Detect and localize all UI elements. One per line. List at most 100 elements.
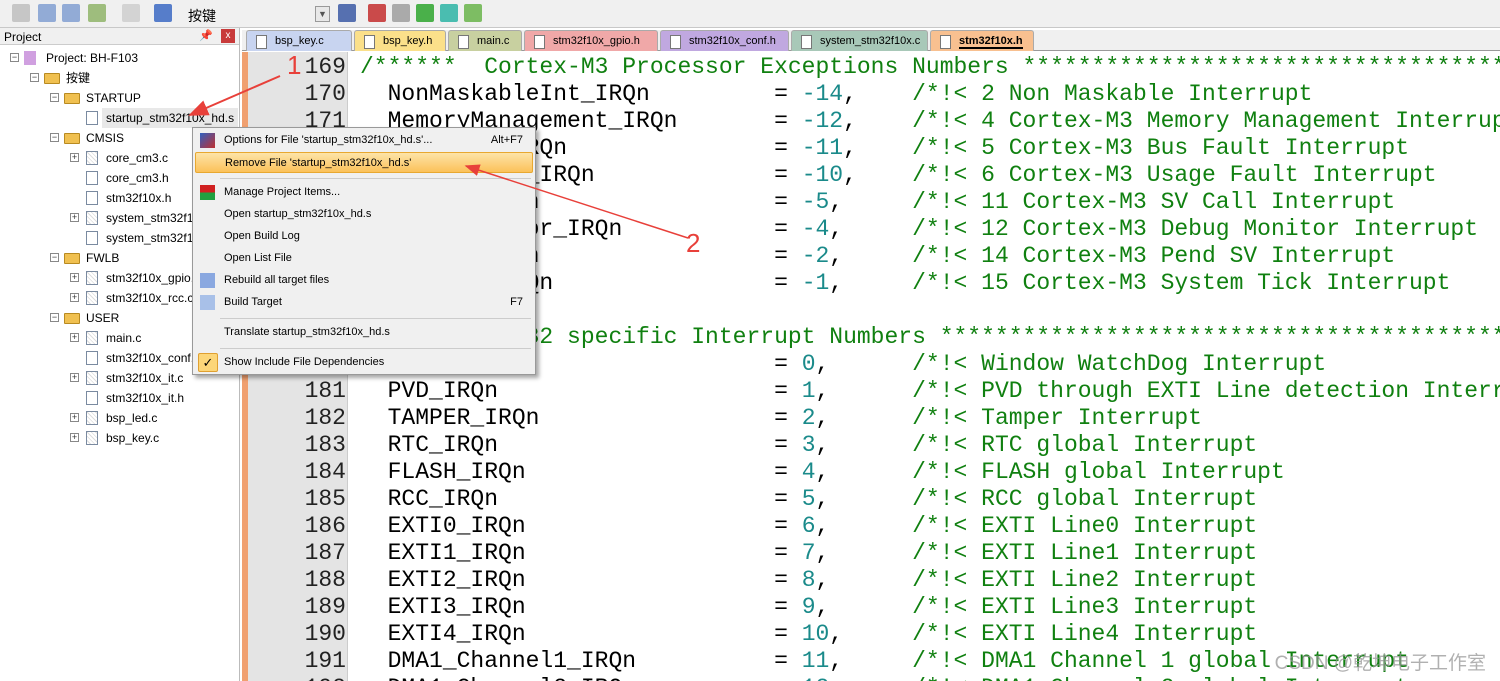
file-icon bbox=[86, 271, 98, 285]
expand-icon[interactable]: + bbox=[70, 413, 79, 422]
tree-item[interactable]: − STARTUP bbox=[0, 88, 238, 108]
pin-icon[interactable]: 📌 bbox=[199, 29, 213, 42]
code-line: DMA1_Channel1_IRQn = 11, /*!< DMA1 Chann… bbox=[360, 648, 1409, 675]
comment: /*!< 14 Cortex-M3 Pend SV Interrupt bbox=[912, 243, 1396, 269]
comment: /*!< Window WatchDog Interrupt bbox=[912, 351, 1327, 377]
collapse-icon[interactable]: − bbox=[50, 313, 59, 322]
rte-icon[interactable] bbox=[440, 4, 458, 22]
tree-item[interactable]: − Project: BH-F103 bbox=[0, 48, 238, 68]
chevron-down-icon[interactable]: ▼ bbox=[315, 6, 330, 22]
tree-item[interactable]: stm32f10x_it.h bbox=[0, 388, 238, 408]
comment: /*!< RTC global Interrupt bbox=[912, 432, 1258, 458]
tree-item-label: bsp_key.c bbox=[106, 431, 160, 445]
collapse-icon[interactable]: − bbox=[50, 93, 59, 102]
comment: /*!< EXTI Line1 Interrupt bbox=[912, 540, 1258, 566]
identifier: PVD_IRQn bbox=[360, 378, 499, 404]
tab-stm32f10x-gpio-h[interactable]: stm32f10x_gpio.h bbox=[524, 30, 658, 51]
tab-system-stm32f10x-c[interactable]: system_stm32f10x.c bbox=[791, 30, 928, 51]
tab-bsp-key-c[interactable]: bsp_key.c bbox=[246, 30, 352, 51]
check-icon: ✓ bbox=[198, 353, 218, 372]
target-options-icon[interactable] bbox=[338, 4, 356, 22]
collapse-icon[interactable]: − bbox=[10, 53, 19, 62]
pack-installer-icon[interactable] bbox=[416, 4, 434, 22]
comma: , bbox=[815, 567, 913, 593]
rebuild-icon[interactable] bbox=[62, 4, 80, 22]
value: -1 bbox=[801, 270, 830, 296]
menu-item[interactable]: Open startup_stm32f10x_hd.s bbox=[195, 204, 533, 225]
value: 5 bbox=[801, 486, 816, 512]
tree-item[interactable]: + bsp_key.c bbox=[0, 428, 238, 448]
batch-build-icon[interactable] bbox=[88, 4, 106, 22]
value: 4 bbox=[801, 459, 816, 485]
expand-icon[interactable]: + bbox=[70, 273, 79, 282]
value: 2 bbox=[801, 405, 816, 431]
line-number: 170 bbox=[304, 81, 346, 107]
tree-item[interactable]: startup_stm32f10x_hd.s bbox=[0, 108, 239, 128]
menu-item[interactable]: Manage Project Items... bbox=[195, 182, 533, 203]
tree-item-label: CMSIS bbox=[86, 131, 125, 145]
target-select[interactable]: 按键 bbox=[188, 6, 216, 26]
file-icon bbox=[86, 111, 98, 125]
tab-main-c[interactable]: main.c bbox=[448, 30, 522, 51]
comment: /*!< EXTI Line0 Interrupt bbox=[912, 513, 1258, 539]
comma: , bbox=[829, 243, 913, 269]
manage-items-icon[interactable] bbox=[368, 4, 386, 22]
collapse-icon[interactable]: − bbox=[50, 133, 59, 142]
tab-stm32f10x-h[interactable]: stm32f10x.h bbox=[930, 30, 1034, 51]
assign: = bbox=[622, 216, 802, 242]
identifier: EXTI2_IRQn bbox=[360, 567, 526, 593]
expand-icon[interactable]: + bbox=[70, 433, 79, 442]
menu-item[interactable]: Build Target F7 bbox=[195, 292, 533, 313]
comma: , bbox=[829, 621, 913, 647]
menu-item[interactable]: Open Build Log bbox=[195, 226, 533, 247]
menu-item[interactable]: Rebuild all target files bbox=[195, 270, 533, 291]
collapse-icon[interactable]: − bbox=[50, 253, 59, 262]
comment: /*!< 2 Non Maskable Interrupt bbox=[912, 81, 1313, 107]
menu-item[interactable]: Translate startup_stm32f10x_hd.s bbox=[195, 322, 533, 343]
file-icon bbox=[86, 191, 98, 205]
menu-separator bbox=[220, 178, 531, 179]
comment: /*!< EXTI Line2 Interrupt bbox=[912, 567, 1258, 593]
tree-item[interactable]: − 按键 bbox=[0, 68, 238, 88]
line-number: 190 bbox=[304, 621, 346, 647]
menu-item-label: Rebuild all target files bbox=[224, 274, 330, 286]
comment: /*!< 15 Cortex-M3 System Tick Interrupt bbox=[912, 270, 1451, 296]
tab-bsp-key-h[interactable]: bsp_key.h bbox=[354, 30, 446, 51]
expand-icon[interactable]: + bbox=[70, 213, 79, 222]
select-packs-icon[interactable] bbox=[392, 4, 410, 22]
expand-icon[interactable]: + bbox=[70, 153, 79, 162]
expand-icon[interactable]: + bbox=[70, 373, 79, 382]
comment: /*!< EXTI Line4 Interrupt bbox=[912, 621, 1258, 647]
collapse-icon[interactable]: − bbox=[30, 73, 39, 82]
value: 0 bbox=[801, 351, 816, 377]
comment: /*!< PVD through EXTI Line detection Int… bbox=[912, 378, 1500, 404]
manage-rte-icon[interactable] bbox=[464, 4, 482, 22]
download-icon[interactable] bbox=[154, 4, 172, 22]
expand-icon[interactable]: + bbox=[70, 293, 79, 302]
comma: , bbox=[815, 351, 913, 377]
menu-item[interactable]: Open List File bbox=[195, 248, 533, 269]
value: -12 bbox=[801, 108, 844, 134]
panel-title: Project bbox=[4, 30, 42, 44]
menu-item[interactable]: Options for File 'startup_stm32f10x_hd.s… bbox=[195, 130, 533, 151]
code-line: PVD_IRQn = 1, /*!< PVD through EXTI Line… bbox=[360, 378, 1500, 405]
tab-stm32f10x-conf-h[interactable]: stm32f10x_conf.h bbox=[660, 30, 789, 51]
line-number: 184 bbox=[304, 459, 346, 485]
build-icon[interactable] bbox=[38, 4, 56, 22]
folder-icon bbox=[64, 313, 80, 324]
translate-icon[interactable] bbox=[12, 4, 30, 22]
assign: = bbox=[594, 162, 802, 188]
value: 11 bbox=[801, 648, 830, 674]
close-icon[interactable]: x bbox=[221, 29, 235, 43]
menu-item[interactable]: ✓ Show Include File Dependencies bbox=[195, 352, 533, 373]
tree-item-label: startup_stm32f10x_hd.s bbox=[102, 108, 239, 128]
identifier: DMA1_Channel2_IRQn bbox=[360, 675, 636, 681]
tree-item[interactable]: + bsp_led.c bbox=[0, 408, 238, 428]
stop-build-icon[interactable] bbox=[122, 4, 140, 22]
comma: , bbox=[815, 486, 913, 512]
assign: = bbox=[636, 648, 802, 674]
identifier: TAMPER_IRQn bbox=[360, 405, 540, 431]
menu-item[interactable]: Remove File 'startup_stm32f10x_hd.s' bbox=[195, 152, 533, 173]
tree-item-label: STARTUP bbox=[86, 91, 141, 105]
expand-icon[interactable]: + bbox=[70, 333, 79, 342]
